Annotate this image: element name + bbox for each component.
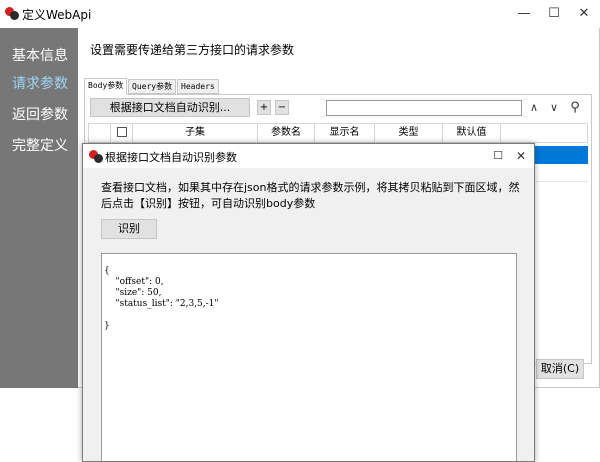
sidebar-item-basic-info[interactable]: 基本信息 [12, 45, 68, 65]
dialog-close-button[interactable]: ✕ [506, 144, 534, 170]
tab-headers[interactable]: Headers [177, 79, 219, 94]
dialog-description: 查看接口文档，如果其中存在json格式的请求参数示例，将其拷贝粘贴到下面区域，然… [101, 181, 520, 210]
dialog-titlebar: 根据接口文档自动识别参数 ☐ ✕ [83, 144, 534, 168]
chevron-up-icon[interactable]: ∧ [527, 101, 541, 115]
tab-query-params[interactable]: Query参数 [128, 79, 177, 94]
detect-button[interactable]: 识别 [101, 219, 157, 239]
grid-col-checkbox[interactable] [111, 124, 133, 142]
sidebar: 基本信息 请求参数 返回参数 完整定义 [0, 28, 78, 388]
grid-header: 子集 参数名 显示名 类型 默认值 [88, 123, 588, 143]
dialog-title: 根据接口文档自动识别参数 [105, 151, 237, 164]
remove-param-button[interactable]: − [275, 100, 289, 115]
minimize-button[interactable]: — [509, 0, 539, 28]
grid-col-subset: 子集 [133, 124, 258, 142]
cancel-button[interactable]: 取消(C) [536, 359, 584, 379]
sidebar-item-full-definition[interactable]: 完整定义 [12, 135, 68, 155]
sidebar-item-response-params[interactable]: 返回参数 [12, 104, 68, 124]
grid-col-param-name: 参数名 [258, 124, 315, 142]
search-icon[interactable]: ⚲ [568, 101, 582, 115]
auto-detect-button[interactable]: 根据接口文档自动识别... [90, 98, 250, 117]
maximize-button[interactable]: ☐ [539, 0, 569, 28]
page-title: 设置需要传递给第三方接口的请求参数 [90, 43, 295, 57]
select-all-checkbox[interactable] [116, 127, 127, 137]
grid-col-display-name: 显示名 [315, 124, 375, 142]
chevron-down-icon[interactable]: ∨ [547, 101, 561, 115]
app-logo-icon [4, 5, 20, 21]
tab-body-params[interactable]: Body参数 [84, 78, 128, 95]
grid-col-indicator [89, 124, 111, 142]
grid-col-type: 类型 [375, 124, 443, 142]
sidebar-item-request-params[interactable]: 请求参数 [12, 73, 68, 93]
window-title: 定义WebApi [22, 8, 92, 22]
search-input[interactable] [326, 100, 522, 116]
add-param-button[interactable]: + [257, 100, 271, 115]
dialog-body: 查看接口文档，如果其中存在json格式的请求参数示例，将其拷贝粘贴到下面区域，然… [83, 168, 534, 461]
json-input[interactable]: { "offset": 0, "size": 50, "status_list"… [104, 266, 512, 461]
json-input-frame: { "offset": 0, "size": 50, "status_list"… [101, 253, 517, 461]
close-button[interactable]: ✕ [569, 0, 599, 28]
main-titlebar: 定义WebApi — ☐ ✕ [0, 0, 600, 28]
grid-col-default-value: 默认值 [443, 124, 501, 142]
app-logo-icon [88, 148, 104, 164]
auto-detect-dialog: 根据接口文档自动识别参数 ☐ ✕ 查看接口文档，如果其中存在json格式的请求参… [82, 143, 535, 462]
